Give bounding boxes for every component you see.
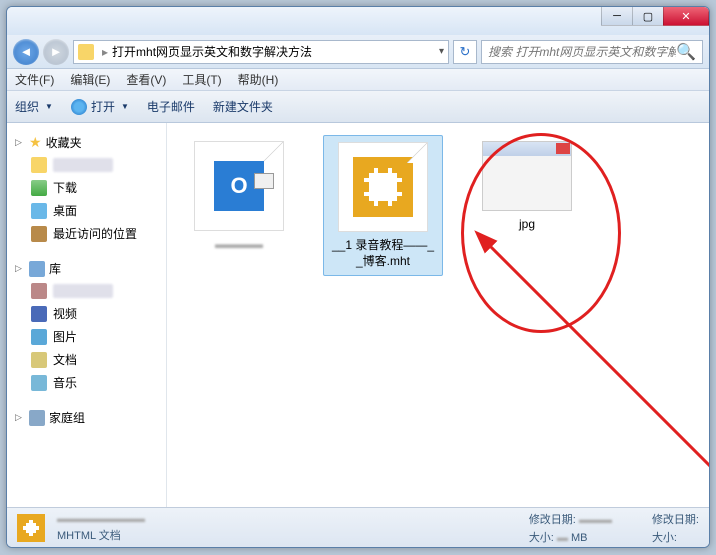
sidebar-item-downloads[interactable]: 下载 — [11, 176, 162, 199]
open-button[interactable]: 打开▼ — [71, 98, 129, 115]
file-thumbnail — [338, 142, 428, 232]
picture-icon — [31, 329, 47, 345]
file-item-mht[interactable]: __1 录音教程——__博客.mht — [323, 135, 443, 276]
file-item-outlook[interactable]: O ▬▬▬▬ — [179, 135, 299, 259]
ie-icon — [71, 99, 87, 115]
homegroup-header[interactable]: ▷ 家庭组 — [11, 406, 162, 429]
caret-icon: ▷ — [15, 263, 25, 274]
mht-icon — [17, 514, 45, 542]
back-button[interactable]: ◄ — [13, 39, 39, 65]
file-label: jpg — [519, 217, 535, 233]
sidebar-item-blur[interactable] — [11, 280, 162, 302]
search-input[interactable] — [488, 45, 676, 59]
status-size-label: 大小: — [529, 532, 554, 544]
chevron-down-icon: ▼ — [121, 102, 129, 111]
search-box[interactable]: 🔍 — [481, 40, 703, 64]
new-folder-button[interactable]: 新建文件夹 — [213, 98, 273, 115]
sidebar-item-music[interactable]: 音乐 — [11, 371, 162, 394]
status-moddate-label2: 修改日期: — [652, 514, 699, 526]
menu-edit[interactable]: 编辑(E) — [70, 71, 110, 88]
folder-icon — [78, 44, 94, 60]
minimize-button[interactable]: ─ — [601, 6, 633, 26]
body: ▷ ★ 收藏夹 下载 桌面 最近访问的位置 ▷ 库 视频 图片 文档 — [7, 123, 709, 523]
sidebar-item-blur[interactable] — [11, 154, 162, 176]
file-item-jpg[interactable]: jpg — [467, 135, 587, 239]
sidebar-item-desktop[interactable]: 桌面 — [11, 199, 162, 222]
title-bar: ─ ▢ ✕ — [7, 7, 709, 35]
breadcrumb[interactable]: ▸ 打开mht网页显示英文和数字解决方法 ▾ — [73, 40, 449, 64]
window-controls: ─ ▢ ✕ — [602, 6, 709, 26]
status-size-label2: 大小: — [652, 532, 677, 544]
favorites-header[interactable]: ▷ ★ 收藏夹 — [11, 131, 162, 154]
organize-button[interactable]: 组织▼ — [15, 98, 53, 115]
explorer-window: ─ ▢ ✕ ◄ ► ▸ 打开mht网页显示英文和数字解决方法 ▾ ↻ 🔍 文件(… — [6, 6, 710, 548]
file-list[interactable]: O ▬▬▬▬ __1 录音教程——__博客.mht jpg — [167, 123, 709, 523]
file-thumbnail: O — [194, 141, 284, 231]
chevron-down-icon[interactable]: ▾ — [439, 46, 444, 57]
chevron-down-icon: ▼ — [45, 102, 53, 111]
sidebar-item-documents[interactable]: 文档 — [11, 348, 162, 371]
desktop-icon — [31, 203, 47, 219]
homegroup-icon — [29, 410, 45, 426]
details-pane: ▬▬▬▬▬▬▬▬ MHTML 文档 修改日期: ▬▬▬ 大小: ▬ MB 修改日… — [7, 507, 709, 547]
video-icon — [31, 306, 47, 322]
toolbar: 组织▼ 打开▼ 电子邮件 新建文件夹 — [7, 91, 709, 123]
chevron-right-icon: ▸ — [102, 45, 108, 59]
recent-icon — [31, 226, 47, 242]
sidebar-item-recent[interactable]: 最近访问的位置 — [11, 222, 162, 245]
caret-icon: ▷ — [15, 137, 25, 148]
star-icon: ★ — [29, 134, 42, 151]
menu-help[interactable]: 帮助(H) — [238, 71, 279, 88]
music-icon — [31, 375, 47, 391]
file-thumbnail — [482, 141, 572, 211]
menu-tools[interactable]: 工具(T) — [182, 71, 221, 88]
library-icon — [29, 261, 45, 277]
menu-bar: 文件(F) 编辑(E) 查看(V) 工具(T) 帮助(H) — [7, 69, 709, 91]
file-label: __1 录音教程——__博客.mht — [330, 238, 436, 269]
status-filename: ▬▬▬▬▬▬▬▬ — [57, 513, 145, 525]
libraries-header[interactable]: ▷ 库 — [11, 257, 162, 280]
navigation-bar: ◄ ► ▸ 打开mht网页显示英文和数字解决方法 ▾ ↻ 🔍 — [7, 35, 709, 69]
outlook-icon: O — [214, 161, 264, 211]
maximize-button[interactable]: ▢ — [632, 6, 664, 26]
menu-file[interactable]: 文件(F) — [15, 71, 54, 88]
sidebar-item-pictures[interactable]: 图片 — [11, 325, 162, 348]
download-icon — [31, 180, 47, 196]
file-label: ▬▬▬▬ — [215, 237, 263, 253]
sidebar-item-videos[interactable]: 视频 — [11, 302, 162, 325]
mht-icon — [353, 157, 413, 217]
status-moddate-label: 修改日期: — [529, 514, 576, 526]
email-button[interactable]: 电子邮件 — [147, 98, 195, 115]
menu-view[interactable]: 查看(V) — [126, 71, 166, 88]
breadcrumb-folder[interactable]: 打开mht网页显示英文和数字解决方法 — [112, 43, 312, 60]
search-icon: 🔍 — [676, 42, 696, 62]
close-button[interactable]: ✕ — [663, 6, 709, 26]
refresh-button[interactable]: ↻ — [453, 40, 477, 64]
caret-icon: ▷ — [15, 412, 25, 423]
status-filetype: MHTML 文档 — [57, 527, 145, 543]
forward-button[interactable]: ► — [43, 39, 69, 65]
document-icon — [31, 352, 47, 368]
navigation-pane: ▷ ★ 收藏夹 下载 桌面 最近访问的位置 ▷ 库 视频 图片 文档 — [7, 123, 167, 523]
